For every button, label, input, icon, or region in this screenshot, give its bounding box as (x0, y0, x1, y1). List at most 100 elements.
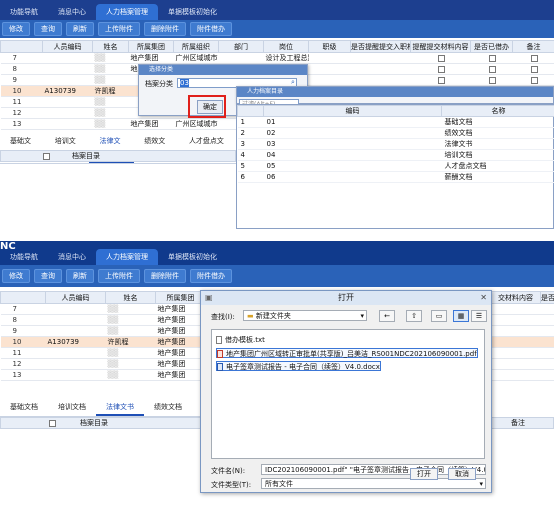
tab-performance-docs[interactable]: 绩效文档 (144, 401, 192, 416)
nav-function-nav[interactable]: 功能导航 (0, 4, 48, 20)
col-remark[interactable]: 备注 (512, 40, 554, 53)
edit-button[interactable]: 修改 (2, 269, 30, 283)
tab-legal-docs[interactable]: 法律文书 (96, 401, 144, 416)
checkbox[interactable] (531, 76, 538, 84)
chevron-down-icon: ▾ (479, 480, 483, 488)
tab-training-docs[interactable]: 培训文档 (48, 401, 96, 416)
word-file-icon (217, 363, 223, 371)
nc-logo: NC (0, 241, 16, 252)
checkbox[interactable] (489, 76, 496, 84)
open-file-dialog: ▣ 打开 ✕ 查找(I): ▬ 新建文件夹 ▾ ← ⇧ ▭ ▦ ☰ 借办模板.t… (200, 290, 492, 493)
col-group[interactable]: 所属集团 (155, 291, 206, 304)
open-button[interactable]: 打开 (410, 468, 438, 480)
top-nav: 功能导航 消息中心 人力档案管理 单据模板初始化 (0, 0, 554, 20)
lookin-label: 查找(I): (211, 313, 235, 321)
checkbox[interactable] (438, 54, 445, 62)
checkbox[interactable] (531, 65, 538, 73)
attachment-borrow-button[interactable]: 附件借办 (190, 269, 232, 283)
select-all-checkbox[interactable] (49, 419, 56, 427)
file-item-selected[interactable]: 电子签章测试报告 - 电子合同（续签）V4.0.docx (216, 361, 381, 371)
view-icon[interactable]: ▦ (453, 310, 469, 322)
col-name[interactable]: 姓名 (105, 291, 156, 304)
table-row[interactable]: 7▒▒地产集团广州区域城市设计及工程总监 (0, 52, 554, 64)
col-name[interactable]: 姓名 (92, 40, 129, 53)
new-folder-icon[interactable]: ▭ (431, 310, 447, 322)
cancel-button[interactable]: 取消 (448, 468, 476, 480)
document-tabs: 基础文档 培训文档 法律文书 绩效文档 (0, 401, 200, 417)
select-all-checkbox[interactable] (43, 152, 50, 160)
upload-attachment-button[interactable]: 上传附件 (98, 269, 140, 283)
filename-label: 文件名(N): (211, 467, 246, 475)
open-dialog-title: ▣ 打开 ✕ (201, 291, 491, 305)
col-remind[interactable]: 是否提醒提交入职材料 (350, 40, 411, 53)
toolbar: 修改 查询 刷新 上传附件 删除附件 附件借办 (0, 20, 554, 38)
remark-header: 备注 (511, 419, 525, 427)
nav-message-center[interactable]: 消息中心 (48, 4, 96, 20)
query-button[interactable]: 查询 (34, 22, 62, 36)
checkbox[interactable] (489, 65, 496, 73)
text-file-icon (216, 336, 222, 344)
checkbox[interactable] (438, 76, 445, 84)
tree-col-name[interactable]: 名称 (441, 105, 554, 117)
app-icon: ▣ (205, 293, 213, 302)
archive-dir-title: 人力档案目录 (237, 87, 553, 97)
category-label: 档案分类 (145, 80, 173, 88)
checkbox[interactable] (489, 54, 496, 62)
col-post[interactable]: 岗位 (263, 40, 309, 53)
upload-attachment-button[interactable]: 上传附件 (98, 22, 140, 36)
refresh-button[interactable]: 刷新 (66, 22, 94, 36)
checkbox[interactable] (438, 65, 445, 73)
col-org[interactable]: 所属组织 (173, 40, 219, 53)
tree-row[interactable]: 4 04 培训文档 (237, 149, 554, 161)
edit-button[interactable]: 修改 (2, 22, 30, 36)
back-icon[interactable]: ← (379, 310, 395, 322)
divider (0, 229, 554, 241)
file-item-selected[interactable]: 地产集团广州区域转正审批单(共享版)_吕美洁_RS001NDC202106090… (216, 348, 478, 358)
nav-message-center[interactable]: 消息中心 (48, 249, 96, 265)
folder-icon: ▬ (247, 312, 254, 320)
screenshot-top: 功能导航 消息中心 人力档案管理 单据模板初始化 修改 查询 刷新 上传附件 删… (0, 0, 554, 229)
col-remind-content[interactable]: 提醒提交材料内容 (410, 40, 471, 53)
filetype-label: 文件类型(T): (211, 481, 252, 489)
tree-row[interactable]: 5 05 人才盘点文档 (237, 160, 554, 172)
tree-row[interactable]: 2 02 绩效文档 (237, 127, 554, 139)
close-icon[interactable]: ✕ (480, 291, 487, 305)
top-nav: NC 功能导航 消息中心 人力档案管理 单据模板初始化 (0, 241, 554, 265)
file-item[interactable]: 借办模板.txt (216, 335, 265, 345)
up-folder-icon[interactable]: ⇧ (406, 310, 422, 322)
checkbox[interactable] (531, 54, 538, 62)
archive-dir-header: 档案目录 (80, 419, 108, 427)
highlight-box (188, 95, 226, 118)
delete-attachment-button[interactable]: 删除附件 (144, 22, 186, 36)
archive-dir-header: 档案目录 (72, 152, 100, 160)
chevron-down-icon: ▾ (360, 312, 364, 320)
col-remind-content[interactable]: 交材料内容 (490, 291, 541, 304)
col-dept[interactable]: 部门 (218, 40, 264, 53)
col-borrowed[interactable]: 是否已借办 (470, 40, 513, 53)
tree-row[interactable]: 3 03 法律文书 (237, 138, 554, 150)
nav-template-init[interactable]: 单据模板初始化 (158, 249, 227, 265)
col-flag[interactable]: 是否 (540, 291, 554, 304)
query-button[interactable]: 查询 (34, 269, 62, 283)
view-list-icon[interactable]: ☰ (471, 310, 487, 322)
tab-basic-docs[interactable]: 基础文档 (0, 401, 48, 416)
tree-row[interactable]: 1 01 基础文档 (237, 116, 554, 128)
tree-row[interactable]: 6 06 薪酬文档 (237, 171, 554, 183)
nav-template-init[interactable]: 单据模板初始化 (158, 4, 227, 20)
screenshot-bottom: NC 功能导航 消息中心 人力档案管理 单据模板初始化 修改 查询 刷新 上传附… (0, 241, 554, 507)
tree-col-code[interactable]: 编码 (263, 105, 442, 117)
archive-subhead: 档案目录 (0, 150, 236, 162)
refresh-button[interactable]: 刷新 (66, 269, 94, 283)
nav-hr-archive[interactable]: 人力档案管理 (96, 249, 158, 265)
lookin-select[interactable]: ▬ 新建文件夹 ▾ (243, 310, 367, 321)
col-rank[interactable]: 职级 (308, 40, 351, 53)
toolbar: 修改 查询 刷新 上传附件 删除附件 附件借办 (0, 265, 554, 287)
file-list: 借办模板.txt 地产集团广州区域转正审批单(共享版)_吕美洁_RS001NDC… (211, 329, 485, 459)
delete-attachment-button[interactable]: 删除附件 (144, 269, 186, 283)
col-emp-code[interactable]: 人员编码 (42, 40, 93, 53)
category-dialog-title: 选择分类 (139, 65, 307, 75)
nav-hr-archive[interactable]: 人力档案管理 (96, 4, 158, 20)
attachment-borrow-button[interactable]: 附件借办 (190, 22, 232, 36)
col-emp-code[interactable]: 人员编码 (45, 291, 106, 304)
col-group[interactable]: 所属集团 (128, 40, 174, 53)
